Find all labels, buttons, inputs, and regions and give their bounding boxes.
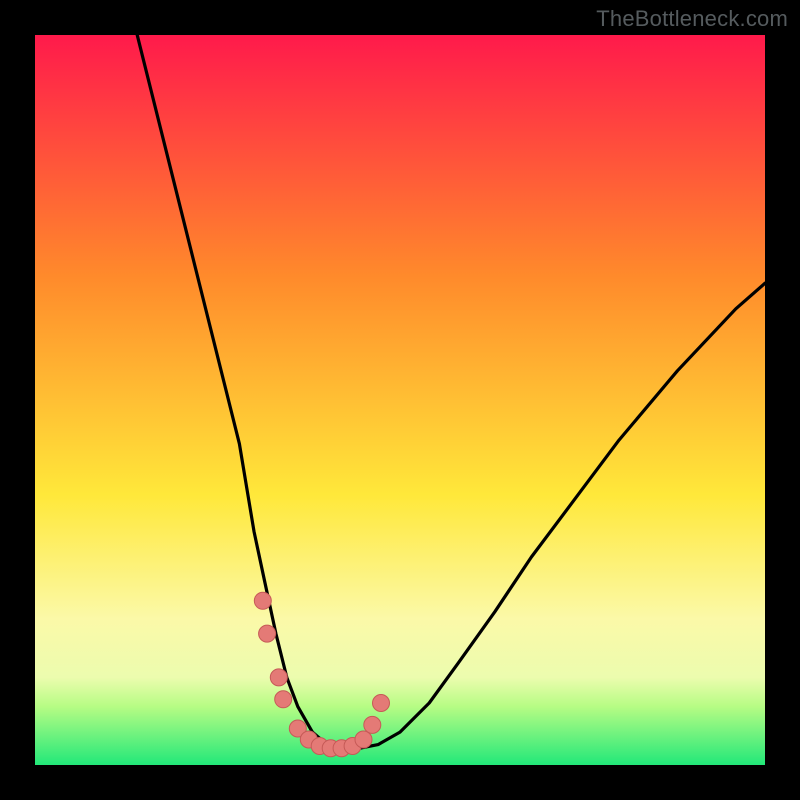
curve-marker [270, 669, 287, 686]
curve-marker [364, 716, 381, 733]
plot-area [35, 35, 765, 765]
watermark-text: TheBottleneck.com [596, 6, 788, 32]
curve-marker [355, 731, 372, 748]
curve-marker [254, 592, 271, 609]
curve-marker [275, 691, 292, 708]
curve-marker [259, 625, 276, 642]
curve-marker [373, 695, 390, 712]
curve-markers [254, 592, 389, 756]
chart-outer-frame: TheBottleneck.com [0, 0, 800, 800]
bottleneck-curve [35, 35, 765, 765]
